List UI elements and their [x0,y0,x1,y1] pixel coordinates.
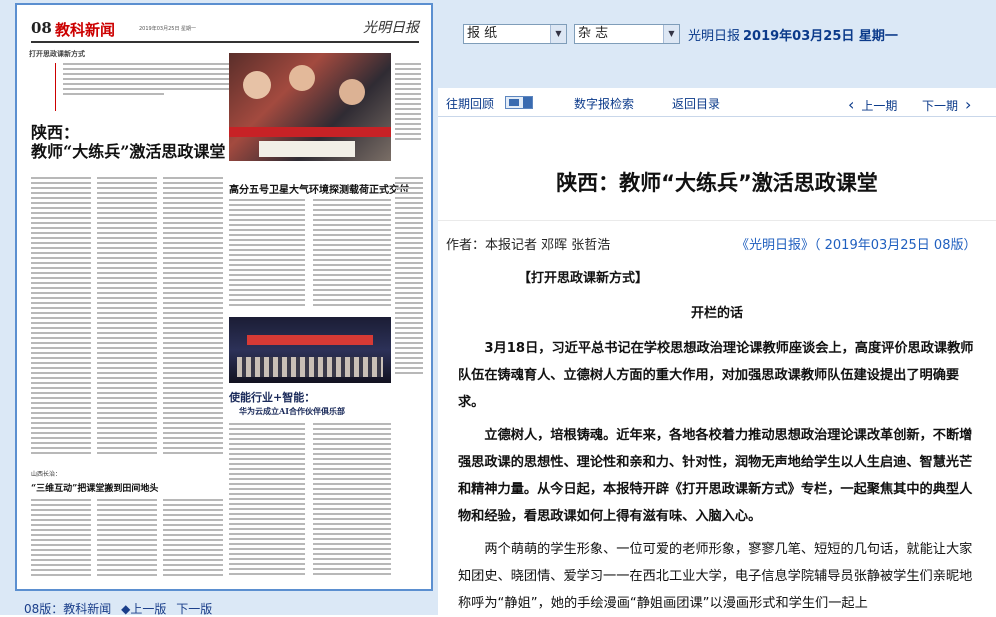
thumb-text-column [395,177,423,577]
thumb-text-column [163,177,223,457]
article-source-link[interactable]: 《光明日报》（ 2019年03月25日 08版） [736,234,976,253]
top-toolbar: 报 纸 ▼ 杂 志 ▼ 光明日报 2019年03月25日 星期一 [438,0,996,88]
newspaper-logo: 光明日报 [363,20,419,36]
thumb-text-column [97,499,157,579]
thumb-text-column [229,199,305,311]
thumb-text-column [229,423,305,583]
thumb-text-column [313,199,391,311]
thumb-photo-students[interactable] [229,53,391,161]
thumb-text-column [31,177,91,457]
thumb-text-column [313,423,391,583]
page-number: 08 [31,19,52,37]
thumb-editor-note [63,63,231,111]
page-date: 2019年03月25日 星期一 [139,26,197,32]
thumb-huawei-subtitle: 华为云成立AI合作伙伴俱乐部 [239,406,345,416]
thumb-shanxi-title[interactable]: “三维互动”把课堂搬到田间地头 [31,481,158,494]
prev-issue-link[interactable]: ‹ 上一期 [848,95,897,114]
title-divider [438,220,996,221]
prev-page-icon: ◆ [121,602,131,616]
chevron-right-icon: › [965,95,972,114]
thumb-text-column [97,177,157,457]
paper-name: 光明日报 [688,29,741,44]
article-paragraph: 立德树人，培根铸魂。近年来，各地各校着力推动思想政治理论课改革创新，不断增强思政… [458,428,973,524]
thumb-rule [45,63,56,111]
thumb-huawei-title[interactable]: 使能行业+智能： [229,389,315,405]
article-author: 作者：本报记者 邓晖 张哲浩 [446,238,611,253]
digital-search-link[interactable]: 数字报检索 [574,95,634,112]
thumb-satellite-title[interactable]: 高分五号卫星大气环境探测载荷正式交付 [229,181,409,196]
article-panel: 报 纸 ▼ 杂 志 ▼ 光明日报 2019年03月25日 星期一 往期回顾 数字… [438,0,996,615]
chevron-down-icon: ▼ [663,25,679,43]
prev-page-link[interactable]: ◆上一版 [121,602,166,616]
page-thumbnail-panel: 08 教科新闻 2019年03月25日 星期一 光明日报 打开思政课新方式 陕西… [0,0,438,617]
article-paragraph: 两个萌萌的学生形象、一位可爱的老师形象，寥寥几笔、短短的几句话，就能让大家知团史… [458,542,973,611]
column-tag: 【打开思政课新方式】 [518,271,649,286]
next-page-link[interactable]: 下一版 [176,602,212,616]
calendar-picker-button[interactable] [505,96,533,109]
thumb-photo-event[interactable] [229,317,391,383]
thumb-lead-title-line1: 陕西： [31,123,80,142]
article-title: 陕西：教师“大练兵”激活思政课堂 [556,171,878,195]
paper-date: 2019年03月25日 星期一 [743,29,898,44]
thumb-shanxi-kicker: 山西长治： [31,471,62,478]
column-opener-heading: 开栏的话 [690,306,743,321]
calendar-icon [509,99,519,106]
thumb-photo-caption [395,63,421,143]
page-nav-bar: 08版：教科新闻 ◆上一版 下一版 [24,600,218,617]
thumb-text-column [31,499,91,579]
next-issue-link[interactable]: 下一期 › [922,95,971,114]
chevron-down-icon [523,97,532,108]
newspaper-page-image[interactable]: 08 教科新闻 2019年03月25日 星期一 光明日报 打开思政课新方式 陕西… [15,3,433,591]
page-header: 08 教科新闻 2019年03月25日 星期一 光明日报 [31,19,419,43]
thumb-column-tag: 打开思政课新方式 [29,50,85,58]
thumb-lead-title[interactable]: 陕西： 教师“大练兵”激活思政课堂 [31,123,225,161]
magazine-select[interactable]: 杂 志 ▼ [574,24,680,44]
chevron-down-icon: ▼ [550,25,566,43]
page-section: 教科新闻 [55,21,116,39]
current-page-label: 08版：教科新闻 [24,602,112,616]
newspaper-select[interactable]: 报 纸 ▼ [463,24,567,44]
back-to-index-link[interactable]: 返回目录 [672,95,720,112]
thumb-lead-title-line2: 教师“大练兵”激活思政课堂 [31,142,226,161]
chevron-left-icon: ‹ [848,95,855,114]
archive-link[interactable]: 往期回顾 [446,95,494,112]
thumb-text-column [163,499,223,579]
article-paragraph: 3月18日，习近平总书记在学校思想政治理论课教师座谈会上，高度评价思政课教师队伍… [458,341,974,410]
